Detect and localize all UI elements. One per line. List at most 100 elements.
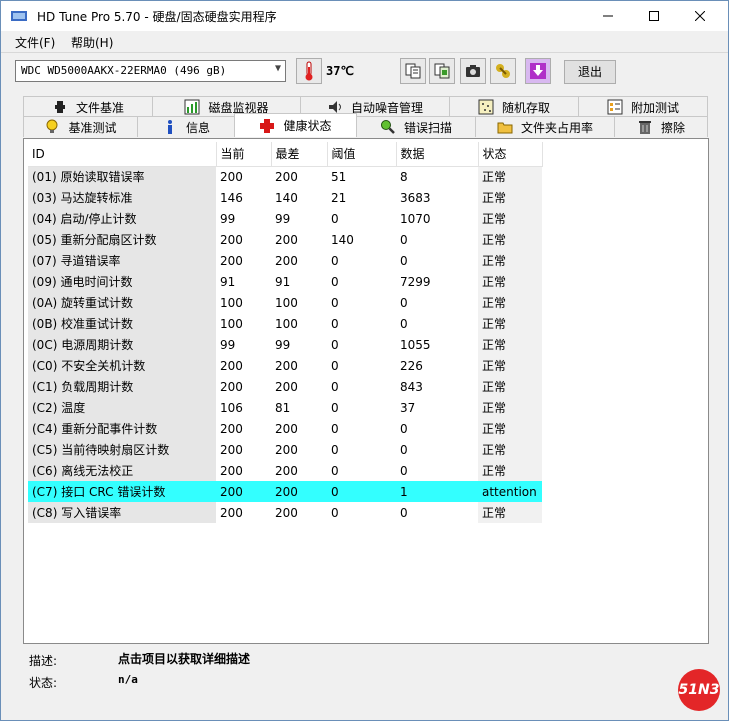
tab-extra-tests[interactable]: 附加测试 <box>578 96 708 117</box>
file-benchmark-icon <box>52 99 68 115</box>
cell-threshold: 0 <box>331 442 339 457</box>
cell-threshold: 51 <box>331 169 347 184</box>
cell-id: (C0) 不安全关机计数 <box>28 355 216 376</box>
cell-id: (0C) 电源周期计数 <box>28 334 216 355</box>
column-header-status[interactable]: 状态 <box>478 142 543 167</box>
column-header-data[interactable]: 数据 <box>396 142 479 167</box>
exit-button[interactable]: 退出 <box>564 60 616 84</box>
tab-error-scan[interactable]: 错误扫描 <box>356 116 476 137</box>
menu-help[interactable]: 帮助(H) <box>71 34 113 51</box>
cell-status: 正常 <box>478 187 542 208</box>
column-header-id[interactable]: ID <box>28 142 217 167</box>
cell-id: (C1) 负载周期计数 <box>28 376 216 397</box>
info-icon <box>162 119 178 135</box>
cell-status: 正常 <box>478 250 542 271</box>
cell-current: 200 <box>220 253 243 268</box>
toolbar: WDC WD5000AAKX-22ERMA0 (496 gB) ▼ 37℃ 退出 <box>1 52 728 94</box>
tab-label: 错误扫描 <box>403 120 452 135</box>
tab-random-access[interactable]: 随机存取 <box>449 96 579 117</box>
table-row[interactable]: (C7) 接口 CRC 错误计数 200 200 0 1 attention <box>28 481 542 502</box>
cell-id: (0B) 校准重试计数 <box>28 313 216 334</box>
table-row[interactable]: (C1) 负载周期计数 200 200 0 843 正常 <box>28 376 542 397</box>
camera-icon <box>466 65 480 77</box>
table-row[interactable]: (05) 重新分配扇区计数 200 200 140 0 正常 <box>28 229 542 250</box>
copy-text-button[interactable] <box>400 58 426 84</box>
table-row[interactable]: (0C) 电源周期计数 99 99 0 1055 正常 <box>28 334 542 355</box>
cell-data: 0 <box>400 463 408 478</box>
column-header-threshold[interactable]: 阈值 <box>327 142 397 167</box>
cell-id: (C8) 写入错误率 <box>28 502 216 523</box>
table-row[interactable]: (09) 通电时间计数 91 91 0 7299 正常 <box>28 271 542 292</box>
cell-threshold: 0 <box>331 379 339 394</box>
tab-benchmark[interactable]: 基准测试 <box>23 116 138 137</box>
cell-id: (07) 寻道错误率 <box>28 250 216 271</box>
options-button[interactable] <box>490 58 516 84</box>
column-header-current[interactable]: 当前 <box>216 142 272 167</box>
copy-icon <box>405 63 421 79</box>
table-row[interactable]: (C8) 写入错误率 200 200 0 0 正常 <box>28 502 542 523</box>
title-bar[interactable]: HD Tune Pro 5.70 - 硬盘/固态硬盘实用程序 <box>1 1 728 31</box>
tab-info[interactable]: 信息 <box>137 116 235 137</box>
cell-worst: 140 <box>275 190 298 205</box>
cell-status: 正常 <box>478 208 542 229</box>
table-row[interactable]: (03) 马达旋转标准 146 140 21 3683 正常 <box>28 187 542 208</box>
minimize-button[interactable] <box>585 1 631 31</box>
chevron-down-icon: ▼ <box>274 63 281 74</box>
column-header-worst[interactable]: 最差 <box>271 142 328 167</box>
table-row[interactable]: (C6) 离线无法校正 200 200 0 0 正常 <box>28 460 542 481</box>
cell-data: 226 <box>400 358 423 373</box>
cell-current: 106 <box>220 400 243 415</box>
table-row[interactable]: (C2) 温度 106 81 0 37 正常 <box>28 397 542 418</box>
cell-data: 37 <box>400 400 416 415</box>
table-row[interactable]: (0B) 校准重试计数 100 100 0 0 正常 <box>28 313 542 334</box>
cell-worst: 100 <box>275 316 298 331</box>
cell-worst: 91 <box>275 274 291 289</box>
smart-table: ID 当前 最差 阈值 数据 状态 (01) 原始读取错误率 200 200 51 8 正… <box>28 142 543 523</box>
cell-worst: 200 <box>275 505 298 520</box>
cell-id: (0A) 旋转重试计数 <box>28 292 216 313</box>
temperature-readout: 37℃ <box>326 64 354 78</box>
menu-file[interactable]: 文件(F) <box>15 34 55 51</box>
cell-threshold: 0 <box>327 481 396 502</box>
cell-data: 0 <box>400 232 408 247</box>
tab-label: 文件基准 <box>75 100 124 115</box>
cell-threshold: 0 <box>331 211 339 226</box>
tab-folder-usage[interactable]: 文件夹占用率 <box>475 116 615 137</box>
table-row[interactable]: (0A) 旋转重试计数 100 100 0 0 正常 <box>28 292 542 313</box>
cell-threshold: 0 <box>331 421 339 436</box>
tab-label: 自动噪音管理 <box>350 100 423 115</box>
maximize-button[interactable] <box>631 1 677 31</box>
cell-current: 200 <box>220 463 243 478</box>
table-row[interactable]: (01) 原始读取错误率 200 200 51 8 正常 <box>28 166 542 187</box>
cell-status: 正常 <box>478 355 542 376</box>
tab-label: 信息 <box>185 120 210 135</box>
drive-select[interactable]: WDC WD5000AAKX-22ERMA0 (496 gB) ▼ <box>15 60 286 82</box>
cell-id: (C4) 重新分配事件计数 <box>28 418 216 439</box>
tab-bar: 文件基准 磁盘监视器 自动噪音管理 随机存取 附加测试 基准测试 信息 健康状态… <box>1 94 728 139</box>
close-button[interactable] <box>677 1 723 31</box>
cell-status: 正常 <box>478 166 542 187</box>
cell-data: 843 <box>400 379 423 394</box>
cell-data: 0 <box>400 253 408 268</box>
cell-status: 正常 <box>478 418 542 439</box>
tab-health[interactable]: 健康状态 <box>234 113 357 137</box>
cell-worst: 200 <box>275 253 298 268</box>
cell-current: 146 <box>220 190 243 205</box>
cell-data: 7299 <box>400 274 431 289</box>
cell-current: 200 <box>216 481 271 502</box>
table-row[interactable]: (04) 启动/停止计数 99 99 0 1070 正常 <box>28 208 542 229</box>
screenshot-button[interactable] <box>460 58 486 84</box>
table-row[interactable]: (C0) 不安全关机计数 200 200 0 226 正常 <box>28 355 542 376</box>
minimize-icon <box>603 15 613 17</box>
save-button[interactable] <box>525 58 551 84</box>
table-row[interactable]: (07) 寻道错误率 200 200 0 0 正常 <box>28 250 542 271</box>
table-row[interactable]: (C4) 重新分配事件计数 200 200 0 0 正常 <box>28 418 542 439</box>
cell-threshold: 0 <box>331 400 339 415</box>
cell-threshold: 140 <box>331 232 354 247</box>
temperature-button[interactable] <box>296 58 322 84</box>
copy-all-button[interactable] <box>429 58 455 84</box>
tab-erase[interactable]: 擦除 <box>614 116 708 137</box>
cell-worst: 200 <box>275 169 298 184</box>
table-row[interactable]: (C5) 当前待映射扇区计数 200 200 0 0 正常 <box>28 439 542 460</box>
tab-file-benchmark[interactable]: 文件基准 <box>23 96 153 117</box>
